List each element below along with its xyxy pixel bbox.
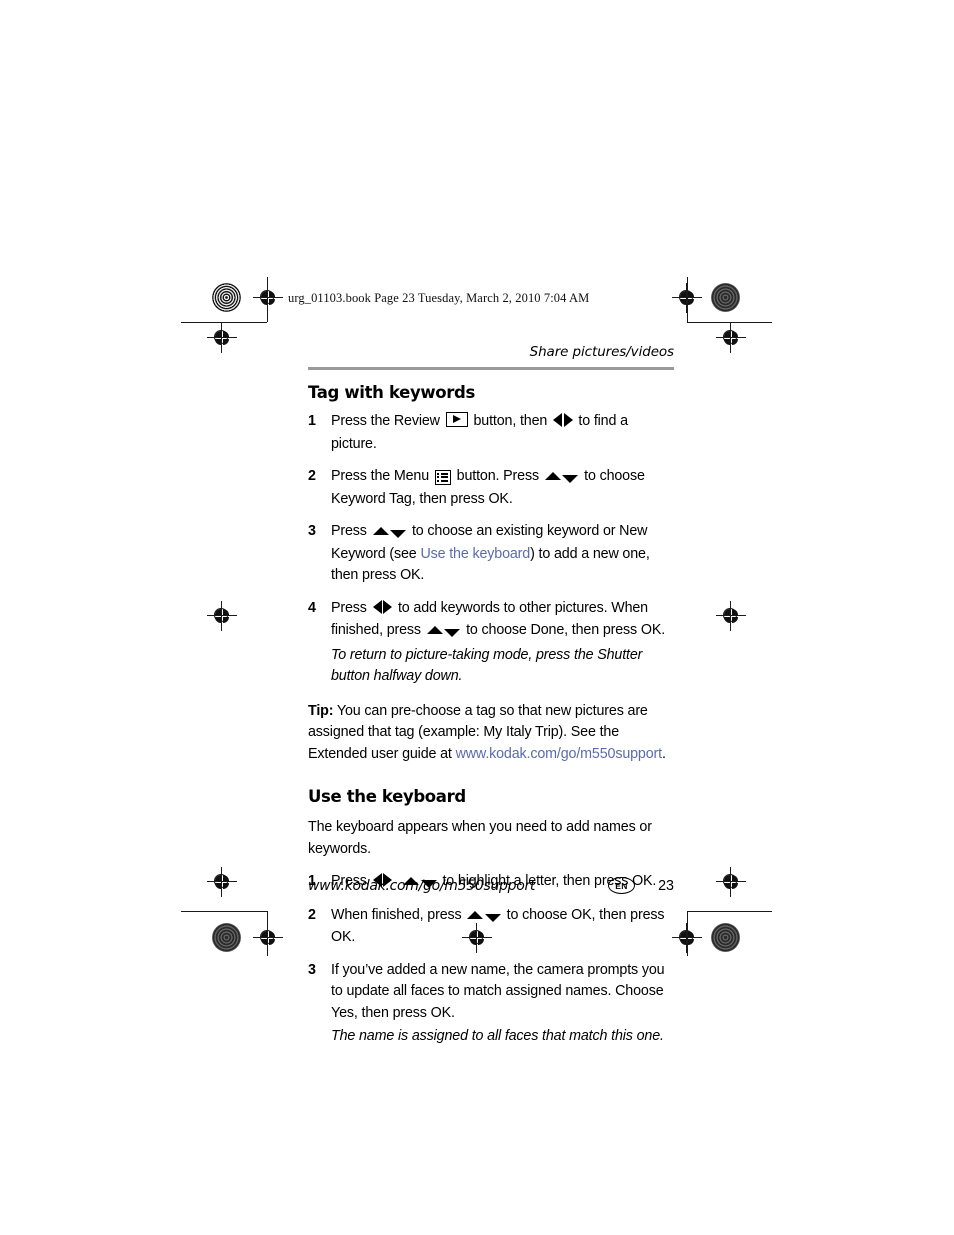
running-head: Share pictures/videos xyxy=(529,344,674,360)
menu-button-icon xyxy=(434,469,451,485)
section-title-use-the-keyboard: Use the keyboard xyxy=(308,787,466,806)
step-text: Press the Menu button. Press to choose K… xyxy=(331,468,645,507)
registration-mark-bottom-right xyxy=(672,923,702,953)
step-text: When finished, press to choose OK, then … xyxy=(331,906,665,946)
step-item: 2 Press the Menu button. Press to choose… xyxy=(308,466,674,510)
printed-page-sheet: urg_01103.book Page 23 Tuesday, March 2,… xyxy=(0,0,954,1235)
step-item: 1 Press the Review button, then to find … xyxy=(308,411,674,455)
trim-line-bottom-right xyxy=(687,911,772,912)
footer-support-url: www.kodak.com/go/m550support xyxy=(308,877,536,894)
step-text: If you’ve added a new name, the camera p… xyxy=(331,961,665,1021)
keyboard-intro-text: The keyboard appears when you need to ad… xyxy=(308,819,652,857)
page-footer: www.kodak.com/go/m550support EN 23 xyxy=(308,877,674,894)
language-badge: EN xyxy=(608,877,635,894)
registration-mark-left-middle xyxy=(207,601,237,631)
trim-line-bottom-left xyxy=(181,911,267,912)
tip-paragraph: Tip: You can pre-choose a tag so that ne… xyxy=(308,701,674,766)
note-return-to-picture-taking: To return to picture-taking mode, press … xyxy=(331,646,643,684)
registration-mark-left-lower xyxy=(207,867,237,897)
up-down-arrows-icon xyxy=(426,621,461,643)
step-item: 4 Press to add keywords to other picture… xyxy=(308,598,674,643)
registration-mark-left-upper xyxy=(207,323,237,353)
registration-mark-right-upper xyxy=(716,323,746,353)
step-item: 3 Press to choose an existing keyword or… xyxy=(308,521,674,587)
halftone-dot-bottom-right xyxy=(711,923,740,952)
registration-mark-top-right xyxy=(672,283,702,313)
registration-mark-top-left xyxy=(253,283,283,313)
left-right-arrows-icon xyxy=(372,599,393,621)
review-button-icon xyxy=(445,412,468,427)
tip-label: Tip: xyxy=(308,702,334,719)
halftone-dot-top-right xyxy=(711,283,740,312)
page-number: 23 xyxy=(658,877,674,894)
up-down-arrows-icon xyxy=(467,906,501,928)
tip-text-after: . xyxy=(661,745,666,762)
step-number: 2 xyxy=(308,468,316,484)
step-text: Press to choose an existing keyword or N… xyxy=(331,523,650,583)
halftone-dot-top-left xyxy=(212,283,241,312)
registration-mark-right-lower xyxy=(716,867,746,897)
registration-mark-bottom-left xyxy=(253,923,283,953)
link-use-the-keyboard[interactable]: Use the keyboard xyxy=(420,546,530,562)
step-item: 3 If you’ve added a new name, the camera… xyxy=(308,960,674,1025)
up-down-arrows-icon xyxy=(372,522,407,544)
step-text: Press the Review button, then to find a … xyxy=(331,412,628,452)
section-title-tag-with-keywords: Tag with keywords xyxy=(308,383,475,402)
page-content-column: Share pictures/videos Tag with keywords … xyxy=(308,344,674,1047)
halftone-dot-bottom-left xyxy=(212,923,241,952)
step-number: 3 xyxy=(308,961,316,978)
step-number: 2 xyxy=(308,906,316,923)
steps-list-tag-with-keywords: 1 Press the Review button, then to find … xyxy=(308,411,674,643)
step-item: 2 When finished, press to choose OK, the… xyxy=(308,905,674,949)
step-number: 4 xyxy=(308,599,316,616)
step-number: 1 xyxy=(308,413,316,429)
link-kodak-support-url[interactable]: www.kodak.com/go/m550support xyxy=(456,746,663,762)
step-number: 3 xyxy=(308,523,316,539)
left-right-arrows-icon xyxy=(553,412,573,434)
step-text: Press to add keywords to other pictures.… xyxy=(331,599,665,638)
note-name-assigned-to-faces: The name is assigned to all faces that m… xyxy=(331,1028,664,1044)
up-down-arrows-icon xyxy=(544,467,579,489)
print-filename-slug: urg_01103.book Page 23 Tuesday, March 2,… xyxy=(288,291,590,305)
header-rule-divider xyxy=(308,367,674,370)
registration-mark-right-middle xyxy=(716,601,746,631)
